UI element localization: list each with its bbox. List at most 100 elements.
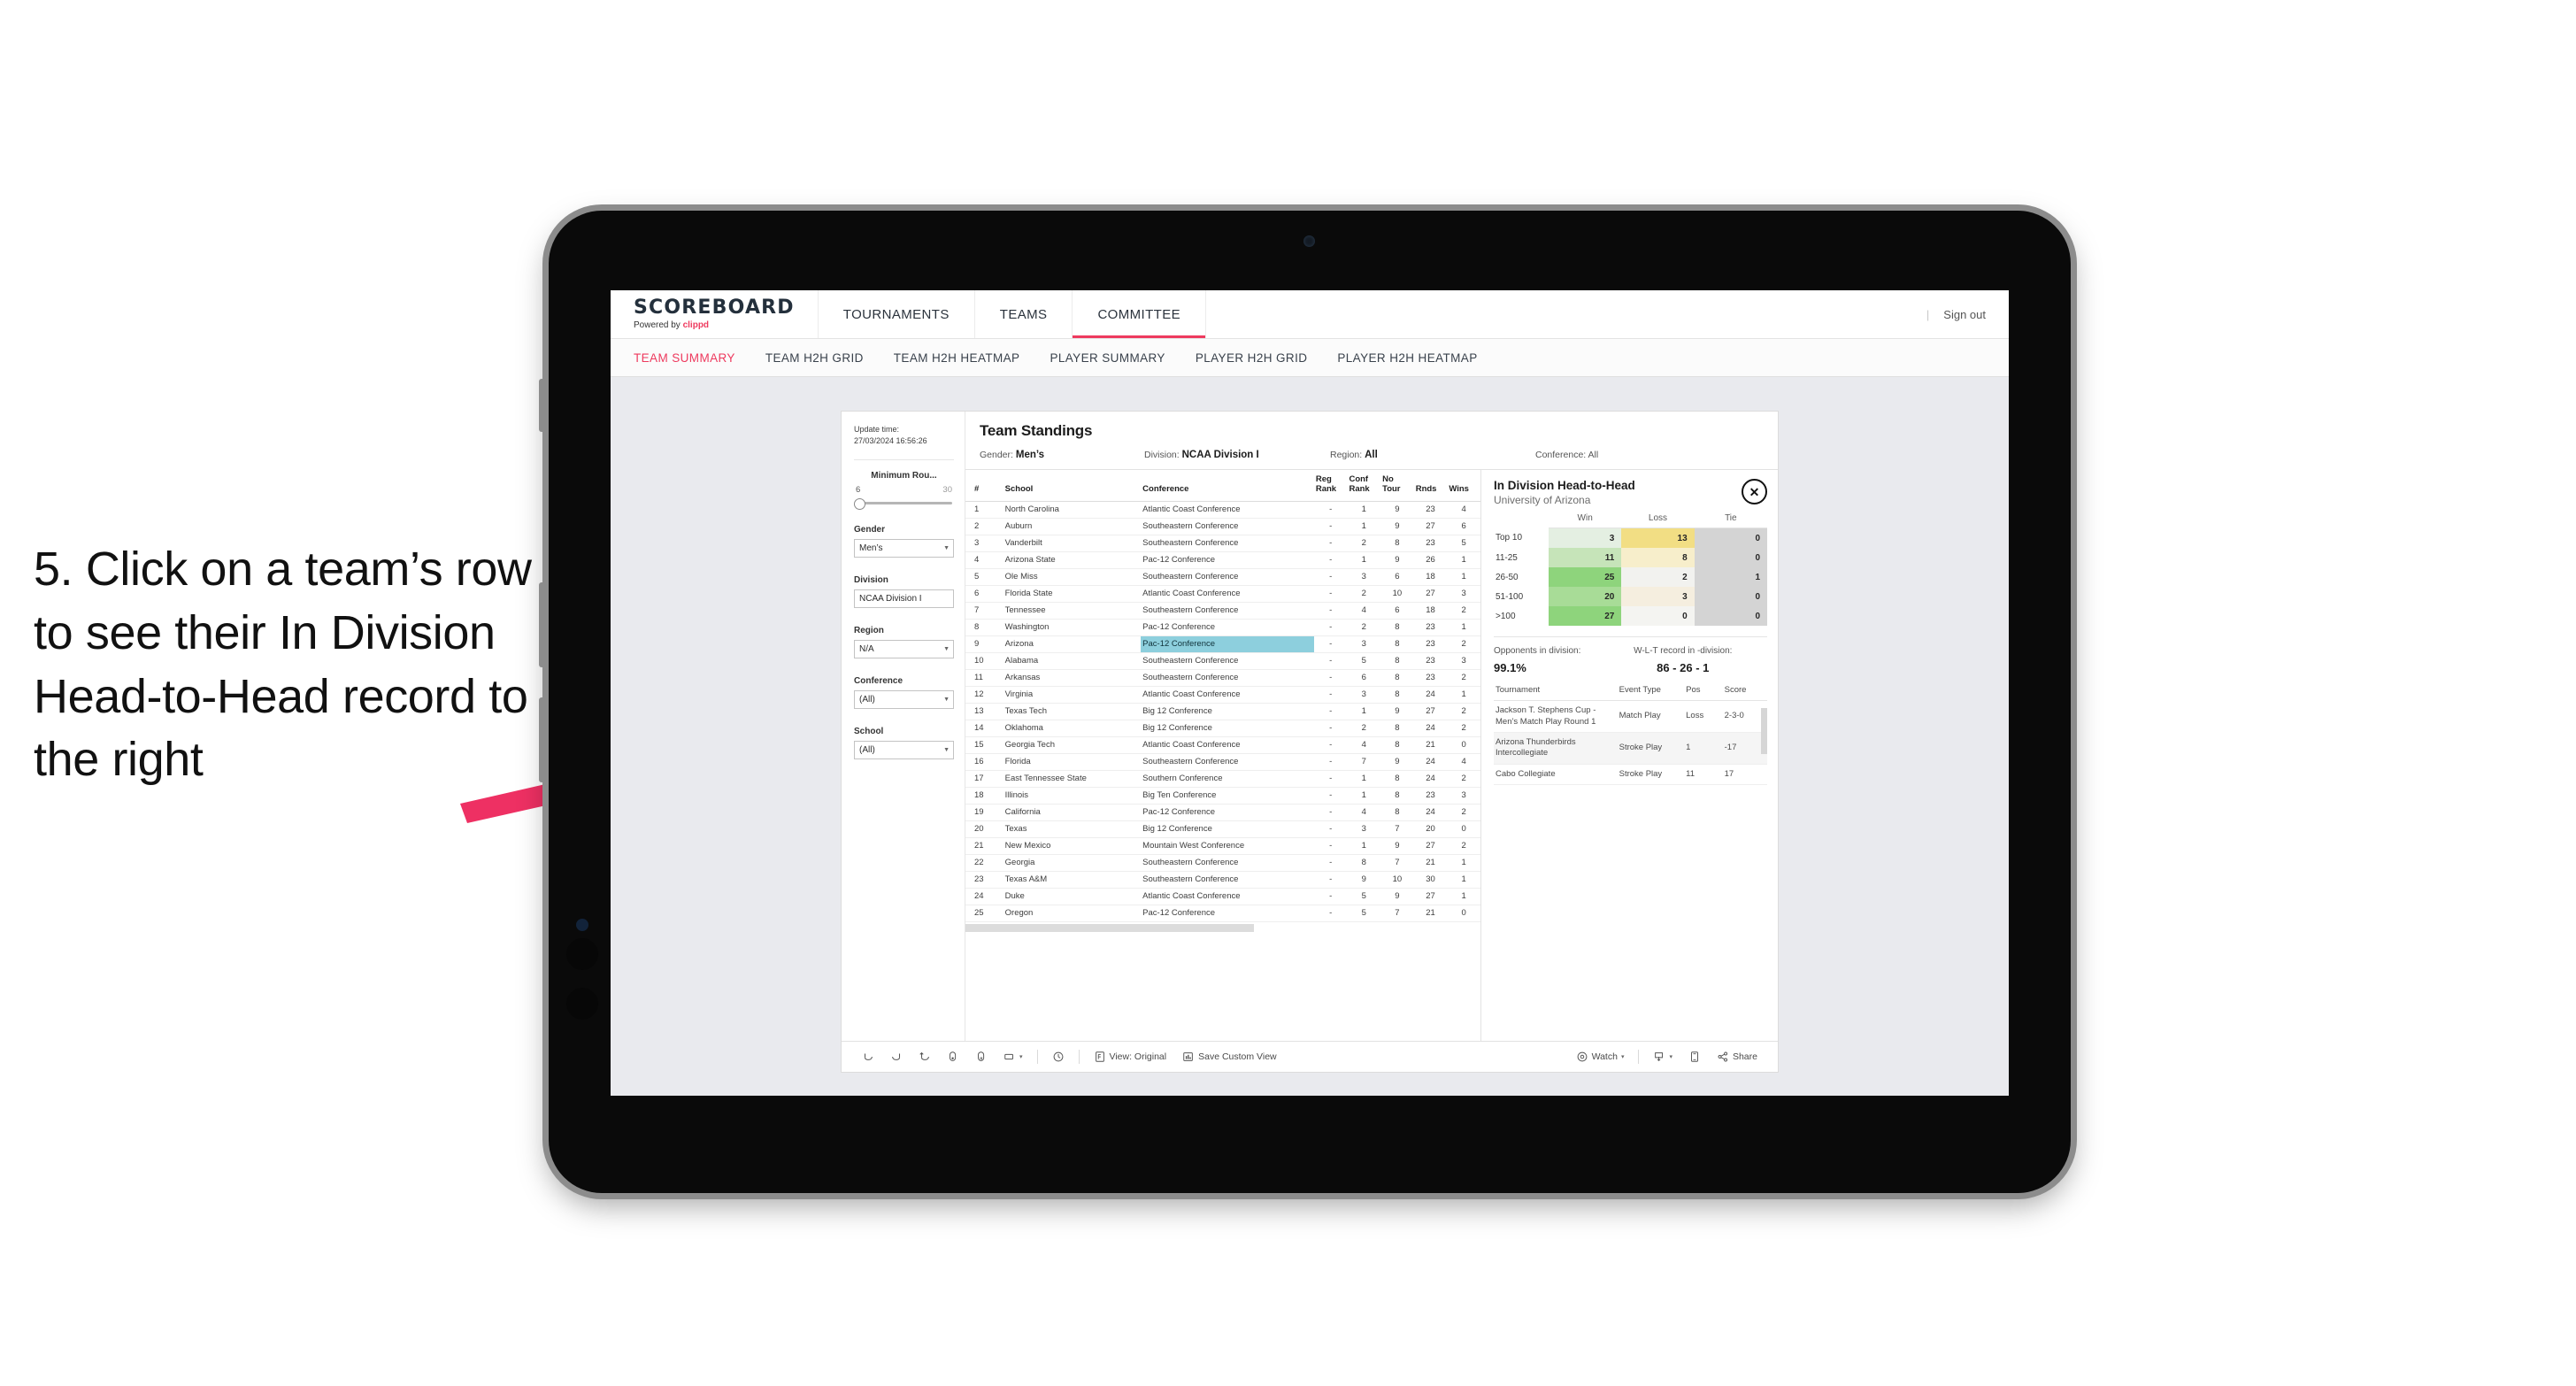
table-horizontal-scrollbar[interactable] bbox=[965, 923, 1480, 932]
region-select[interactable]: N/A ▼ bbox=[854, 640, 954, 659]
tab-player-h2h-grid[interactable]: PLAYER H2H GRID bbox=[1196, 351, 1308, 365]
heatmap-cell[interactable]: 2 bbox=[1621, 567, 1695, 588]
table-row[interactable]: 19 California Pac-12 Conference -4 8 24 2 bbox=[965, 804, 1480, 821]
layout-button[interactable]: ▾ bbox=[996, 1046, 1031, 1067]
table-row[interactable]: 9 Arizona Pac-12 Conference -3 8 23 2 bbox=[965, 635, 1480, 653]
conf-rank-cell: 9 bbox=[1347, 871, 1381, 889]
table-row[interactable]: 24 Duke Atlantic Coast Conference -5 9 27 1 bbox=[965, 888, 1480, 905]
table-row[interactable]: 8 Washington Pac-12 Conference -2 8 23 1 bbox=[965, 619, 1480, 636]
table-row[interactable]: 15 Georgia Tech Atlantic Coast Conference -… bbox=[965, 736, 1480, 754]
close-icon[interactable]: ✕ bbox=[1742, 479, 1767, 504]
pause-auto-update-button[interactable] bbox=[1044, 1046, 1073, 1067]
col-school[interactable]: School bbox=[1003, 470, 1142, 502]
tournament-row[interactable]: Arizona Thunderbirds Intercollegiate Stro… bbox=[1494, 732, 1767, 765]
heatmap-cell[interactable]: 25 bbox=[1549, 567, 1622, 588]
heatmap-cell[interactable]: 11 bbox=[1549, 548, 1622, 568]
pause-button[interactable] bbox=[967, 1046, 996, 1067]
min-rounds-slider[interactable] bbox=[854, 498, 954, 511]
table-row[interactable]: 22 Georgia Southeastern Conference -8 7 21 1 bbox=[965, 854, 1480, 872]
heatmap-cell[interactable]: 0 bbox=[1694, 527, 1767, 549]
heatmap-cell[interactable]: 13 bbox=[1621, 527, 1695, 549]
table-row[interactable]: 6 Florida State Atlantic Coast Conference -… bbox=[965, 585, 1480, 603]
heatmap-cell[interactable]: 3 bbox=[1621, 587, 1695, 607]
nav-item-teams[interactable]: TEAMS bbox=[975, 290, 1073, 338]
scrollbar-thumb[interactable] bbox=[965, 923, 1254, 932]
table-row[interactable]: 11 Arkansas Southeastern Conference -6 8 23 2 bbox=[965, 669, 1480, 687]
table-row[interactable]: 1 North Carolina Atlantic Coast Conference… bbox=[965, 501, 1480, 519]
redo-button[interactable] bbox=[882, 1046, 911, 1067]
col-rnds[interactable]: Rnds bbox=[1413, 470, 1448, 502]
table-row[interactable]: 23 Texas A&M Southeastern Conference -9 10 30… bbox=[965, 871, 1480, 889]
share-button[interactable]: Share bbox=[1709, 1046, 1765, 1067]
heatmap-cell[interactable]: 0 bbox=[1694, 548, 1767, 568]
heatmap-cell[interactable]: 1 bbox=[1694, 567, 1767, 588]
tournament-row[interactable]: Jackson T. Stephens Cup - Men’s Match Pl… bbox=[1494, 700, 1767, 733]
rank-cell: 23 bbox=[965, 871, 1003, 889]
heatmap-cell[interactable]: 3 bbox=[1549, 527, 1622, 549]
watch-button[interactable]: Watch ▾ bbox=[1568, 1046, 1633, 1067]
table-row[interactable]: 7 Tennessee Southeastern Conference -4 6 18 2 bbox=[965, 602, 1480, 620]
conference-select[interactable]: (All) ▼ bbox=[854, 690, 954, 710]
heatmap-cell[interactable]: 27 bbox=[1549, 606, 1622, 627]
reg-rank-cell: - bbox=[1313, 585, 1348, 603]
table-row[interactable]: 4 Arizona State Pac-12 Conference -1 9 26 1 bbox=[965, 551, 1480, 569]
tournament-row[interactable]: Cabo Collegiate Stroke Play 11 17 bbox=[1494, 764, 1767, 785]
table-row[interactable]: 21 New Mexico Mountain West Conference -1 9 2… bbox=[965, 837, 1480, 855]
save-custom-view-button[interactable]: Save Custom View bbox=[1174, 1046, 1285, 1067]
heatmap-cell[interactable]: 0 bbox=[1621, 606, 1695, 627]
table-row[interactable]: 12 Virginia Atlantic Coast Conference -3 8 24… bbox=[965, 686, 1480, 704]
tournaments-thead: Tournament Event Type Pos Score bbox=[1494, 685, 1767, 702]
school-select[interactable]: (All) ▼ bbox=[854, 741, 954, 760]
table-row[interactable]: 16 Florida Southeastern Conference -7 9 24 4 bbox=[965, 753, 1480, 771]
table-row[interactable]: 17 East Tennessee State Southern Conferenc… bbox=[965, 770, 1480, 788]
col-conf-rank[interactable]: Conf Rank bbox=[1347, 470, 1381, 502]
table-row[interactable]: 2 Auburn Southeastern Conference -1 9 27 6 bbox=[965, 518, 1480, 535]
rnds-cell: 27 bbox=[1413, 888, 1448, 905]
division-select[interactable]: NCAA Division I bbox=[854, 589, 954, 609]
conf-rank-cell: 5 bbox=[1347, 905, 1381, 922]
col-wins[interactable]: Wins bbox=[1447, 470, 1480, 502]
table-row[interactable]: 18 Illinois Big Ten Conference -1 8 23 3 bbox=[965, 787, 1480, 805]
tab-player-summary[interactable]: PLAYER SUMMARY bbox=[1050, 351, 1165, 365]
table-row[interactable]: 20 Texas Big 12 Conference -3 7 20 0 bbox=[965, 820, 1480, 838]
tournaments-vertical-scrollbar[interactable] bbox=[1761, 708, 1767, 755]
gender-select[interactable]: Men’s ▼ bbox=[854, 539, 954, 558]
division-label: Division bbox=[854, 575, 888, 586]
nav-item-committee[interactable]: COMMITTEE bbox=[1073, 290, 1207, 338]
sign-out-link[interactable]: Sign out bbox=[1943, 308, 1986, 321]
table-row[interactable]: 25 Oregon Pac-12 Conference -5 7 21 0 bbox=[965, 905, 1480, 922]
col-reg-rank[interactable]: Reg Rank bbox=[1313, 470, 1348, 502]
col-rank[interactable]: # bbox=[965, 470, 1003, 502]
conference-cell: Pac-12 Conference bbox=[1141, 635, 1314, 653]
tab-team-h2h-grid[interactable]: TEAM H2H GRID bbox=[765, 351, 864, 365]
tab-team-summary[interactable]: TEAM SUMMARY bbox=[634, 351, 735, 365]
heatmap-cell[interactable]: 0 bbox=[1694, 606, 1767, 627]
brand-logo[interactable]: SCOREBOARD Powered by clippd bbox=[611, 290, 819, 338]
table-row[interactable]: 5 Ole Miss Southeastern Conference -3 6 18 1 bbox=[965, 568, 1480, 586]
rnds-cell: 27 bbox=[1413, 703, 1448, 720]
nav-item-tournaments[interactable]: TOURNAMENTS bbox=[819, 290, 975, 338]
heatmap-cell[interactable]: 0 bbox=[1694, 587, 1767, 607]
device-preview-button[interactable] bbox=[1680, 1046, 1709, 1067]
refresh-button[interactable] bbox=[939, 1046, 967, 1067]
col-no-tour[interactable]: No Tour bbox=[1380, 470, 1414, 502]
slider-knob[interactable] bbox=[854, 498, 865, 511]
chevron-down-icon: ▼ bbox=[943, 747, 950, 754]
table-row[interactable]: 13 Texas Tech Big 12 Conference -1 9 27 2 bbox=[965, 703, 1480, 720]
table-row[interactable]: 14 Oklahoma Big 12 Conference -2 8 24 2 bbox=[965, 720, 1480, 737]
meta-division: Division: NCAA Division I bbox=[1144, 450, 1330, 460]
revert-button[interactable] bbox=[911, 1046, 939, 1067]
table-row[interactable]: 3 Vanderbilt Southeastern Conference -2 8 23 5 bbox=[965, 535, 1480, 552]
table-row[interactable]: 10 Alabama Southeastern Conference -5 8 23 3 bbox=[965, 652, 1480, 670]
wins-cell: 1 bbox=[1447, 686, 1480, 704]
tab-player-h2h-heatmap[interactable]: PLAYER H2H HEATMAP bbox=[1337, 351, 1477, 365]
tab-team-h2h-heatmap[interactable]: TEAM H2H HEATMAP bbox=[894, 351, 1020, 365]
heatmap-cell[interactable]: 20 bbox=[1549, 587, 1622, 607]
download-button[interactable]: ▾ bbox=[1645, 1046, 1680, 1067]
col-conference[interactable]: Conference bbox=[1141, 470, 1314, 502]
download-caret-icon: ▾ bbox=[1669, 1054, 1672, 1060]
undo-button[interactable] bbox=[854, 1046, 882, 1067]
rnds-cell: 21 bbox=[1413, 736, 1448, 754]
view-original-button[interactable]: View: Original bbox=[1086, 1046, 1175, 1067]
heatmap-cell[interactable]: 8 bbox=[1621, 548, 1695, 568]
